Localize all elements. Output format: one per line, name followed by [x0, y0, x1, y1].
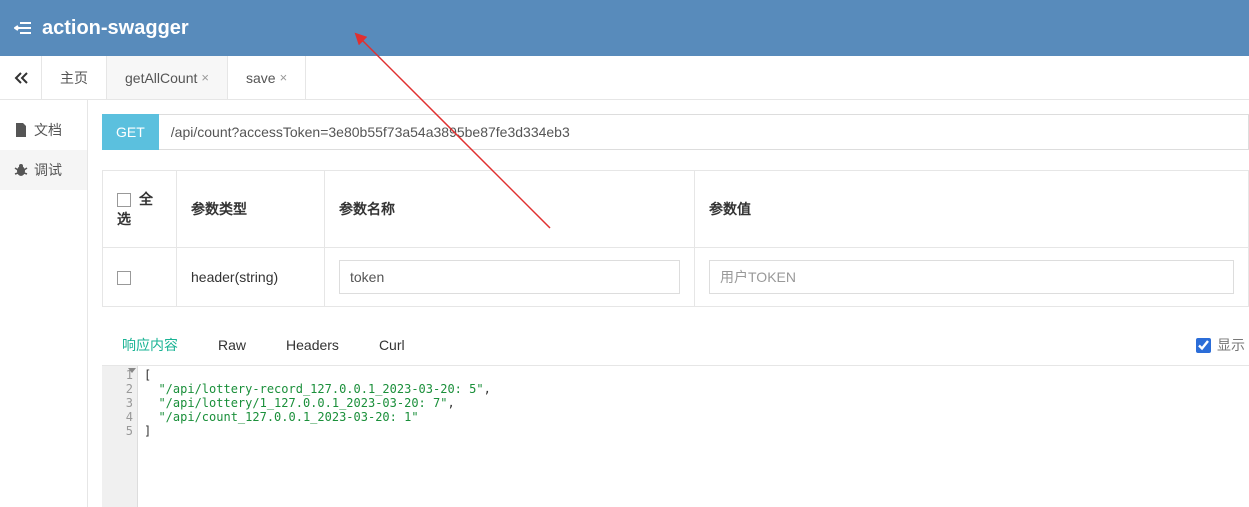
tab-bar: 主页 getAllCount × save ×: [0, 56, 1249, 100]
response-tab-headers[interactable]: Headers: [266, 327, 359, 363]
http-method-badge: GET: [102, 114, 159, 150]
tab-label: 主页: [60, 68, 88, 88]
col-header-value: 参数值: [695, 171, 1249, 248]
response-code-viewer[interactable]: 1 2 3 4 5 [ "/api/lottery-record_127.0.0…: [102, 366, 1249, 507]
tabs-collapse-button[interactable]: [0, 56, 42, 99]
main-content: GET 全选 参数类型 参数名称 参数值 header(string): [88, 100, 1249, 507]
response-tab-curl[interactable]: Curl: [359, 327, 425, 363]
sidebar-item-debug[interactable]: 调试: [0, 150, 87, 190]
table-header-row: 全选 参数类型 参数名称 参数值: [103, 171, 1249, 248]
close-icon[interactable]: ×: [201, 70, 209, 85]
line-gutter: 1 2 3 4 5: [102, 366, 138, 507]
col-header-name: 参数名称: [325, 171, 695, 248]
show-checkbox[interactable]: [1196, 338, 1211, 353]
tab-label: getAllCount: [125, 70, 197, 86]
col-header-select[interactable]: 全选: [103, 171, 177, 248]
sidebar-item-doc[interactable]: 文档: [0, 110, 87, 150]
tab-save[interactable]: save ×: [228, 56, 306, 99]
param-name-input[interactable]: [339, 260, 680, 294]
response-show-toggle[interactable]: 显示: [1196, 335, 1249, 355]
sidebar-item-label: 调试: [34, 160, 62, 180]
file-icon: [14, 123, 28, 137]
code-body[interactable]: [ "/api/lottery-record_127.0.0.1_2023-03…: [138, 366, 1249, 507]
response-tab-raw[interactable]: Raw: [198, 327, 266, 363]
bug-icon: [14, 163, 28, 177]
fold-icon[interactable]: [128, 368, 136, 373]
menu-icon[interactable]: [14, 19, 32, 37]
tab-getallcount[interactable]: getAllCount ×: [107, 56, 228, 99]
parameters-table: 全选 参数类型 参数名称 参数值 header(string): [102, 170, 1249, 307]
request-url-input[interactable]: [159, 114, 1249, 150]
row-checkbox[interactable]: [117, 271, 131, 285]
tab-home[interactable]: 主页: [42, 56, 107, 99]
app-header: action-swagger: [0, 0, 1249, 56]
table-row: header(string): [103, 248, 1249, 307]
close-icon[interactable]: ×: [280, 70, 288, 85]
app-title: action-swagger: [42, 17, 189, 40]
request-url-row: GET: [102, 114, 1249, 150]
response-tab-body[interactable]: 响应内容: [102, 325, 198, 365]
param-type-cell: header(string): [177, 248, 325, 307]
col-header-type: 参数类型: [177, 171, 325, 248]
show-label: 显示: [1217, 335, 1245, 355]
response-area: 响应内容 Raw Headers Curl 显示 1 2 3 4 5 [: [102, 325, 1249, 507]
checkbox-all[interactable]: [117, 193, 131, 207]
sidebar: 文档 调试: [0, 100, 88, 507]
tab-label: save: [246, 70, 276, 86]
sidebar-item-label: 文档: [34, 120, 62, 140]
response-tabs: 响应内容 Raw Headers Curl 显示: [102, 325, 1249, 366]
param-value-input[interactable]: [709, 260, 1234, 294]
